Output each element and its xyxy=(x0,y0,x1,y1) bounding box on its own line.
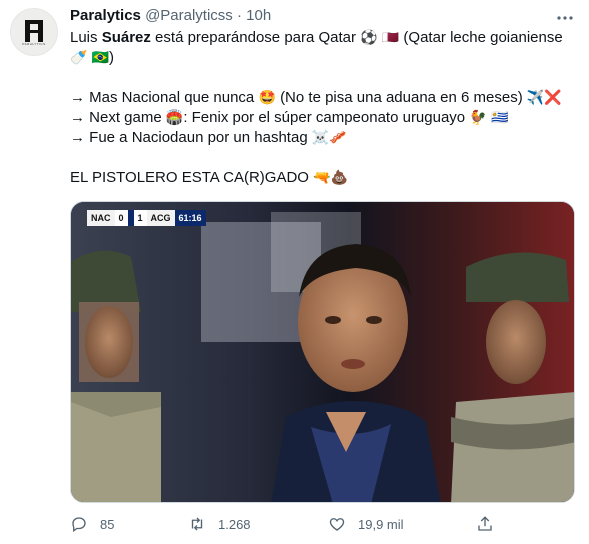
uruguay-flag-icon: 🇺🇾 xyxy=(490,109,509,125)
text-segment: está preparándose para Qatar xyxy=(150,29,357,46)
scorebug-away-score: 1 xyxy=(133,210,147,226)
separator-dot: · xyxy=(236,7,242,24)
text-segment: (Qatar leche goianiense xyxy=(403,29,563,46)
text-segment: EL PISTOLERO ESTA CA(R)GADO xyxy=(70,169,309,186)
baby-bottle-icon: 🍼 xyxy=(70,49,88,65)
share-button[interactable] xyxy=(476,514,494,534)
tweet-time[interactable]: 10h xyxy=(246,7,271,24)
soccer-ball-icon: ⚽ xyxy=(360,29,378,45)
reply-icon xyxy=(72,517,86,533)
avatar-wordmark: PARALYTICS xyxy=(22,42,46,46)
tweet-line-1: Luis Suárez está preparándose para Qatar… xyxy=(70,28,575,48)
tweet-media-photo[interactable]: NAC 0 1 ACG 61:16 xyxy=(70,201,575,503)
tweet-text: Luis Suárez está preparándose para Qatar… xyxy=(70,28,575,188)
rooster-icon: 🐓 xyxy=(469,109,487,125)
scorebug-home-team: NAC xyxy=(87,210,115,226)
text-segment: (No te pisa una aduana en 6 meses) xyxy=(280,89,523,106)
tweet-bullet-2: → Next game 🏟️: Fenix por el súper campe… xyxy=(70,108,575,128)
cross-mark-icon: ❌ xyxy=(544,89,562,105)
sausage-icon: 🥓 xyxy=(329,129,347,145)
text-segment: ) xyxy=(109,49,115,66)
avatar[interactable]: PARALYTICS xyxy=(10,8,58,56)
text-segment: → Mas Nacional que nunca xyxy=(70,89,255,106)
poop-icon: 💩 xyxy=(330,169,348,185)
heart-icon xyxy=(329,518,345,531)
author-handle[interactable]: @Paralyticss xyxy=(145,7,233,24)
tweet-header: Paralytics @Paralyticss · 10h xyxy=(70,6,271,26)
reply-count: 85 xyxy=(100,516,115,532)
skull-crossbones-icon: ☠️ xyxy=(311,129,330,145)
text-segment: Luis xyxy=(70,29,102,46)
share-icon xyxy=(478,516,492,531)
text-segment: → Fue a Naciodaun por un hashtag xyxy=(70,129,308,146)
text-segment: : Fenix por el súper campeonato uruguayo xyxy=(183,109,466,126)
retweet-icon xyxy=(191,517,203,531)
more-options-icon[interactable] xyxy=(555,8,575,28)
like-button[interactable]: 19,9 mil xyxy=(328,514,404,534)
tweet-card[interactable]: PARALYTICS Paralytics @Paralyticss · 10h… xyxy=(0,0,589,544)
qatar-flag-icon: 🇶🇦 xyxy=(381,29,400,45)
star-struck-icon: 🤩 xyxy=(258,89,276,105)
text-segment: → Next game xyxy=(70,109,162,126)
airplane-icon: ✈️ xyxy=(526,89,545,105)
tweet-line-2: 🍼 🇧🇷) xyxy=(70,48,575,68)
like-count: 19,9 mil xyxy=(358,516,404,532)
author-name[interactable]: Paralytics xyxy=(70,7,141,24)
retweet-count: 1.268 xyxy=(218,516,251,532)
text-bold-name: Suárez xyxy=(101,29,151,46)
scorebug-home-score: 0 xyxy=(114,210,128,226)
tweet-bullet-1: → Mas Nacional que nunca 🤩 (No te pisa u… xyxy=(70,88,575,108)
scorebug-away-team: ACG xyxy=(146,210,175,226)
photo-scene xyxy=(71,202,574,502)
tweet-bullet-3: → Fue a Naciodaun por un hashtag ☠️🥓 xyxy=(70,128,575,148)
scorebug: NAC 0 1 ACG 61:16 xyxy=(87,210,206,226)
stadium-icon: 🏟️ xyxy=(165,109,184,125)
reply-button[interactable]: 85 xyxy=(70,514,114,534)
tweet-closing-line: EL PISTOLERO ESTA CA(R)GADO 🔫💩 xyxy=(70,168,575,188)
water-pistol-icon: 🔫 xyxy=(313,169,331,185)
retweet-button[interactable]: 1.268 xyxy=(188,514,251,534)
brazil-flag-icon: 🇧🇷 xyxy=(91,49,110,65)
scorebug-clock: 61:16 xyxy=(174,210,206,226)
tweet-actions: 85 1.268 19,9 mil xyxy=(70,514,510,536)
